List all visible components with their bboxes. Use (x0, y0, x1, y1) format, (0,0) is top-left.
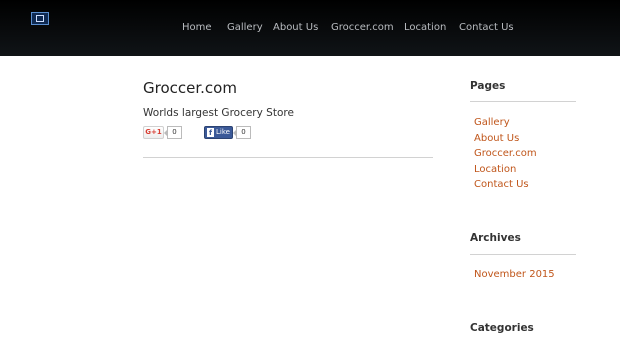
archives-widget-title: Archives (470, 232, 521, 244)
post-tagline: Worlds largest Grocery Store (143, 107, 294, 119)
archive-link-november-2015[interactable]: November 2015 (474, 267, 555, 283)
sidebar-page-location[interactable]: Location (474, 162, 537, 178)
social-share-bar: G+1 0 f Like 0 (143, 126, 433, 140)
nav-item-home[interactable]: Home (182, 21, 212, 34)
site-header: Home Gallery About Us Groccer.com Locati… (0, 0, 620, 56)
google-plus-count: 0 (164, 126, 182, 139)
google-plus-share: G+1 0 (143, 126, 182, 139)
nav-item-location[interactable]: Location (404, 21, 446, 34)
facebook-like-label: Like (216, 128, 230, 136)
sidebar-page-gallery[interactable]: Gallery (474, 115, 537, 131)
sidebar-page-about-us[interactable]: About Us (474, 131, 537, 147)
page-title: Groccer.com (143, 79, 237, 97)
menu-glyph-icon (36, 15, 44, 22)
sidebar-page-groccer[interactable]: Groccer.com (474, 146, 537, 162)
nav-item-contact-us[interactable]: Contact Us (459, 21, 514, 34)
facebook-like-button[interactable]: f Like (204, 126, 233, 139)
facebook-like-count: 0 (232, 126, 251, 139)
post-content: Groccer.com Worlds largest Grocery Store… (143, 78, 433, 139)
facebook-like-share: f Like 0 (204, 126, 251, 139)
nav-item-about-us[interactable]: About Us (273, 21, 318, 34)
menu-toggle-icon[interactable] (31, 12, 49, 25)
sidebar-page-contact-us[interactable]: Contact Us (474, 177, 537, 193)
post-divider (143, 157, 433, 158)
categories-widget-title: Categories (470, 322, 534, 334)
nav-item-gallery[interactable]: Gallery (227, 21, 263, 34)
google-plus-button[interactable]: G+1 (143, 126, 164, 139)
archives-list: November 2015 (474, 267, 555, 283)
nav-item-groccer[interactable]: Groccer.com (331, 21, 394, 34)
archives-widget-divider (470, 254, 576, 255)
pages-widget-title: Pages (470, 80, 506, 92)
pages-list: Gallery About Us Groccer.com Location Co… (474, 115, 537, 193)
pages-widget-divider (470, 101, 576, 102)
facebook-icon: f (207, 128, 214, 137)
